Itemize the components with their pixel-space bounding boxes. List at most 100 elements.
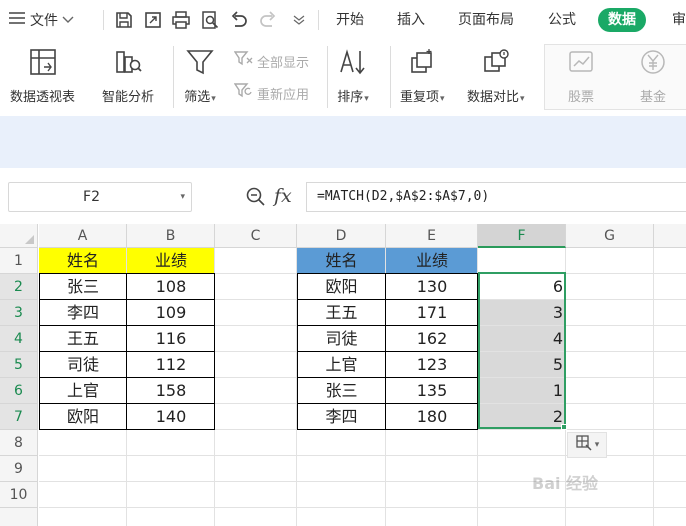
select-all-corner[interactable] <box>0 224 38 248</box>
cell-d2[interactable]: 欧阳 <box>297 274 386 300</box>
row-header-9[interactable]: 9 <box>0 456 38 482</box>
reapply-button[interactable]: 重新应用 <box>233 82 309 104</box>
name-box[interactable]: F2 ▾ <box>8 182 192 212</box>
tab-formulas[interactable]: 公式 <box>538 8 586 32</box>
tab-review[interactable]: 审 <box>662 8 686 32</box>
cell-f5[interactable]: 5 <box>478 352 566 378</box>
cell-e1[interactable]: 业绩 <box>386 248 478 274</box>
tab-data[interactable]: 数据 <box>598 8 646 32</box>
stocks-label: 股票 <box>567 90 594 105</box>
caret-down-icon: ▾ <box>520 94 525 104</box>
column-header-h[interactable] <box>654 224 686 248</box>
row-header-10[interactable]: 10 <box>0 482 38 508</box>
cell-a1[interactable]: 姓名 <box>39 248 127 274</box>
column-header-c[interactable]: C <box>215 224 297 248</box>
duplicates-label: 重复项 <box>400 90 440 105</box>
column-header-e[interactable]: E <box>386 224 478 248</box>
print-preview-icon[interactable] <box>198 8 222 32</box>
row-header-7[interactable]: 7 <box>0 404 38 430</box>
filter-button[interactable]: 筛选▾ <box>183 44 217 105</box>
row-header-4[interactable]: 4 <box>0 326 38 352</box>
show-all-button[interactable]: 全部显示 <box>233 50 309 72</box>
sort-icon <box>336 44 370 80</box>
cell-b4[interactable]: 116 <box>127 326 215 352</box>
cell-d5[interactable]: 上官 <box>297 352 386 378</box>
save-icon[interactable] <box>112 8 136 32</box>
compare-label: 数据对比 <box>467 90 520 105</box>
row-header-5[interactable]: 5 <box>0 352 38 378</box>
cell-a4[interactable]: 王五 <box>39 326 127 352</box>
cell-b3[interactable]: 109 <box>127 300 215 326</box>
caret-down-icon: ▾ <box>440 94 445 104</box>
stock-chart-icon <box>564 44 598 80</box>
smart-analysis-icon <box>111 44 145 80</box>
column-header-g[interactable]: G <box>566 224 654 248</box>
smart-analysis-button[interactable]: 智能分析 <box>102 44 154 105</box>
cell-e5[interactable]: 123 <box>386 352 478 378</box>
file-menu[interactable]: 文件 <box>8 0 74 40</box>
print-icon[interactable] <box>169 8 193 32</box>
hamburger-icon <box>8 11 26 29</box>
row-header-6[interactable]: 6 <box>0 378 38 404</box>
fill-handle[interactable] <box>561 424 567 430</box>
cell-d6[interactable]: 张三 <box>297 378 386 404</box>
cell-a7[interactable]: 欧阳 <box>39 404 127 430</box>
cell-a3[interactable]: 李四 <box>39 300 127 326</box>
stocks-button[interactable]: 股票 <box>564 44 598 105</box>
cell-f3[interactable]: 3 <box>478 300 566 326</box>
column-header-f[interactable]: F <box>478 224 566 248</box>
file-menu-label: 文件 <box>30 13 58 29</box>
cell-b2[interactable]: 108 <box>127 274 215 300</box>
cell-f4[interactable]: 4 <box>478 326 566 352</box>
cell-e7[interactable]: 180 <box>386 404 478 430</box>
cell-b1[interactable]: 业绩 <box>127 248 215 274</box>
cell-d7[interactable]: 李四 <box>297 404 386 430</box>
compare-button[interactable]: 数据对比▾ <box>467 44 525 105</box>
row-header-1[interactable]: 1 <box>0 248 38 274</box>
insert-function-button[interactable]: fx <box>274 182 292 212</box>
cell-a5[interactable]: 司徒 <box>39 352 127 378</box>
formula-input[interactable]: =MATCH(D2,$A$2:$A$7,0) <box>306 182 686 212</box>
cell-b7[interactable]: 140 <box>127 404 215 430</box>
redo-icon[interactable] <box>256 8 280 32</box>
duplicates-button[interactable]: 重复项▾ <box>400 44 445 105</box>
cell-b5[interactable]: 112 <box>127 352 215 378</box>
funds-button[interactable]: 基金 <box>636 44 670 105</box>
zoom-icon[interactable] <box>243 184 269 210</box>
cell-d4[interactable]: 司徒 <box>297 326 386 352</box>
cell-b6[interactable]: 158 <box>127 378 215 404</box>
cell-d3[interactable]: 王五 <box>297 300 386 326</box>
row-header-2[interactable]: 2 <box>0 274 38 300</box>
row-header-3[interactable]: 3 <box>0 300 38 326</box>
column-header-b[interactable]: B <box>127 224 215 248</box>
cell-a6[interactable]: 上官 <box>39 378 127 404</box>
tab-insert[interactable]: 插入 <box>387 8 435 32</box>
tab-home[interactable]: 开始 <box>326 8 374 32</box>
cell-f7[interactable]: 2 <box>478 404 566 430</box>
auto-fill-options-button[interactable]: ▾ <box>567 432 607 458</box>
cell-d1[interactable]: 姓名 <box>297 248 386 274</box>
menu-bar: 文件 开始 插入 页面布局 公式 数据 审 <box>0 0 686 40</box>
cell-e2[interactable]: 130 <box>386 274 478 300</box>
pivot-table-button[interactable]: 数据透视表 <box>10 44 75 105</box>
cell-f2[interactable]: 6 <box>478 274 566 300</box>
sort-button[interactable]: 排序▾ <box>336 44 370 105</box>
tab-page-layout[interactable]: 页面布局 <box>448 8 524 32</box>
smart-analysis-label: 智能分析 <box>102 90 155 105</box>
cell-a2[interactable]: 张三 <box>39 274 127 300</box>
column-header-d[interactable]: D <box>297 224 386 248</box>
filter-icon <box>183 44 217 80</box>
row-header-8[interactable]: 8 <box>0 430 38 456</box>
chevron-down-icon[interactable]: ▾ <box>180 183 185 211</box>
undo-icon[interactable] <box>227 8 251 32</box>
pivot-table-label: 数据透视表 <box>10 90 76 105</box>
cell-e3[interactable]: 171 <box>386 300 478 326</box>
customize-icon[interactable] <box>287 8 311 32</box>
cell-f6[interactable]: 1 <box>478 378 566 404</box>
row-header-11[interactable] <box>0 508 38 526</box>
export-icon[interactable] <box>141 8 165 32</box>
cell-e6[interactable]: 135 <box>386 378 478 404</box>
column-header-a[interactable]: A <box>39 224 127 248</box>
cell-e4[interactable]: 162 <box>386 326 478 352</box>
caret-down-icon: ▾ <box>211 94 216 104</box>
